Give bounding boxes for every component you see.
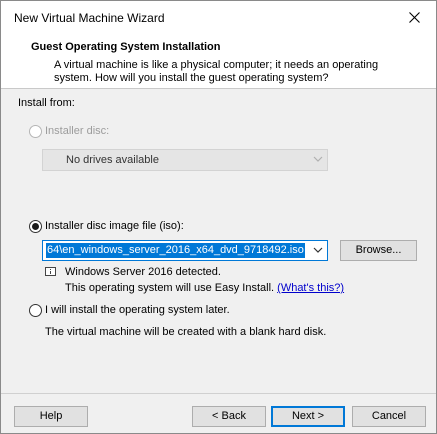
- back-button[interactable]: < Back: [192, 406, 266, 427]
- page-title: Guest Operating System Installation: [31, 41, 221, 53]
- close-button[interactable]: [392, 1, 436, 33]
- page-description: A virtual machine is like a physical com…: [54, 59, 379, 84]
- wizard-header: Guest Operating System Installation A vi…: [1, 33, 436, 89]
- installer-disc-label: Installer disc:: [45, 125, 110, 137]
- iso-path-value[interactable]: 64\en_windows_server_2016_x64_dvd_971849…: [46, 243, 305, 258]
- drive-select-value: No drives available: [66, 154, 159, 166]
- chevron-down-icon[interactable]: [313, 245, 323, 255]
- install-from-label: Install from:: [18, 97, 75, 109]
- window-title: New Virtual Machine Wizard: [14, 11, 165, 25]
- iso-image-label: Installer disc image file (iso):: [45, 220, 184, 232]
- title-bar: New Virtual Machine Wizard: [1, 1, 436, 33]
- help-button[interactable]: Help: [14, 406, 88, 427]
- detection-status: Windows Server 2016 detected.: [65, 266, 221, 278]
- chevron-down-icon: [313, 156, 323, 162]
- iso-path-combobox[interactable]: 64\en_windows_server_2016_x64_dvd_971849…: [42, 240, 328, 261]
- installer-disc-radio[interactable]: [29, 125, 42, 138]
- radio-selected-dot: [32, 223, 39, 230]
- iso-image-radio[interactable]: [29, 220, 42, 233]
- whats-this-link[interactable]: (What's this?): [277, 282, 344, 294]
- footer-divider: [1, 393, 436, 394]
- install-later-description: The virtual machine will be created with…: [45, 326, 327, 338]
- install-later-radio[interactable]: [29, 304, 42, 317]
- info-icon: [45, 267, 56, 276]
- drive-select[interactable]: No drives available: [42, 149, 328, 171]
- close-icon: [408, 11, 420, 23]
- wizard-window: New Virtual Machine Wizard Guest Operati…: [0, 0, 437, 434]
- easy-install-note: This operating system will use Easy Inst…: [65, 282, 344, 294]
- cancel-button[interactable]: Cancel: [352, 406, 426, 427]
- install-later-label: I will install the operating system late…: [45, 304, 230, 316]
- next-button[interactable]: Next >: [271, 406, 345, 427]
- browse-button[interactable]: Browse...: [340, 240, 417, 261]
- easy-install-text: This operating system will use Easy Inst…: [65, 282, 275, 294]
